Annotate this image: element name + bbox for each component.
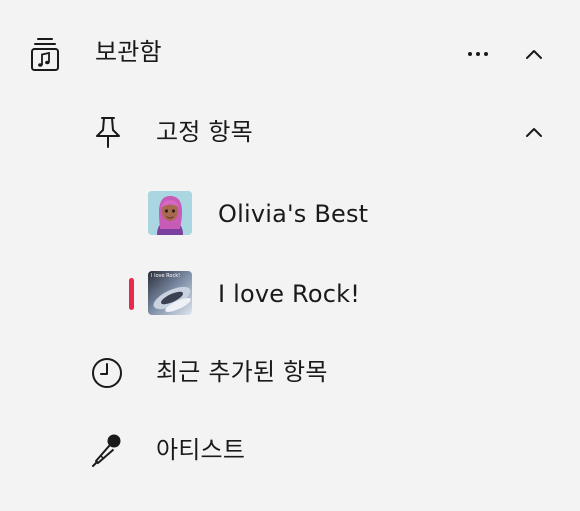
pinned-header[interactable]: 고정 항목 [0, 108, 580, 156]
pinned-title: 고정 항목 [156, 118, 253, 146]
more-icon [468, 52, 488, 56]
more-button[interactable] [462, 38, 494, 70]
pinned-item-i-love-rock[interactable]: I love Rock! I love Rock! [0, 268, 580, 320]
microphone-icon [89, 432, 125, 468]
nav-item-recently-added[interactable]: 최근 추가된 항목 [0, 348, 580, 398]
pinned-collapse-button[interactable] [518, 116, 550, 148]
playlist-thumbnail: I love Rock! [148, 271, 192, 315]
nav-item-label: 아티스트 [156, 436, 246, 464]
selection-indicator [129, 278, 134, 310]
pinned-item-label: Olivia's Best [218, 200, 369, 228]
pin-icon [90, 114, 126, 150]
pinned-item-label: I love Rock! [218, 280, 361, 308]
nav-item-artists[interactable]: 아티스트 [0, 424, 580, 476]
pinned-item-olivias-best[interactable]: Olivia's Best [0, 188, 580, 240]
library-collapse-button[interactable] [518, 38, 550, 70]
library-title: 보관함 [95, 38, 162, 66]
music-library-icon [27, 36, 63, 72]
chevron-up-icon [526, 50, 542, 59]
clock-icon [89, 355, 125, 391]
playlist-thumbnail-caption: I love Rock! [151, 273, 181, 279]
avatar-thumbnail [148, 191, 192, 235]
library-header[interactable]: 보관함 [0, 30, 580, 78]
nav-item-label: 최근 추가된 항목 [156, 358, 328, 386]
chevron-up-icon [526, 128, 542, 137]
